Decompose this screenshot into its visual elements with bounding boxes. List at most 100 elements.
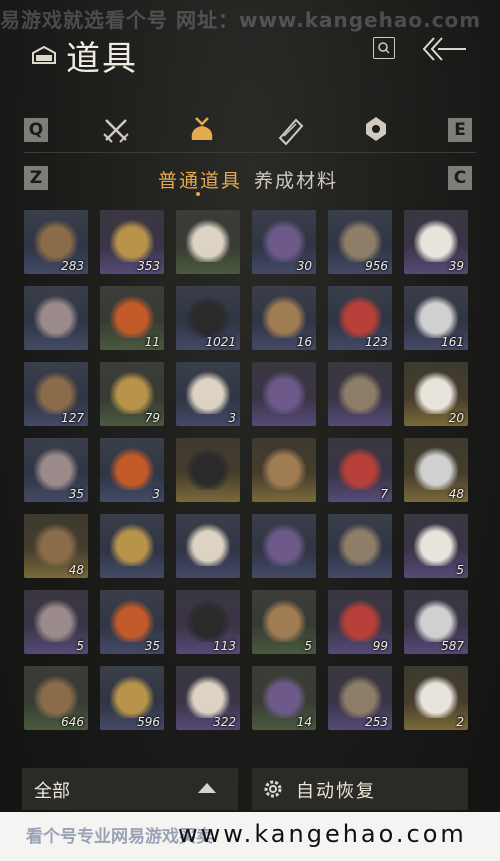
item-count: 646 <box>61 715 84 729</box>
item-image <box>186 674 230 718</box>
item-slot[interactable]: 35 <box>100 590 164 654</box>
item-slot[interactable]: 5 <box>24 590 88 654</box>
item-slot[interactable]: 161 <box>404 286 468 350</box>
item-slot[interactable]: 113 <box>176 590 240 654</box>
back-arrow-icon <box>422 37 466 61</box>
item-image <box>338 446 382 490</box>
item-slot[interactable]: 1021 <box>176 286 240 350</box>
item-image <box>110 674 154 718</box>
item-slot[interactable]: 322 <box>176 666 240 730</box>
next-subtab-key[interactable]: C <box>448 166 472 190</box>
item-count: 14 <box>296 715 312 729</box>
item-count: 3 <box>228 411 236 425</box>
item-image <box>414 446 458 490</box>
item-slot[interactable]: 7 <box>328 438 392 502</box>
item-image <box>186 598 230 642</box>
item-slot[interactable]: 127 <box>24 362 88 426</box>
tab-upgrade-materials[interactable]: 养成材料 <box>254 166 338 193</box>
category-divider <box>24 152 476 153</box>
ornament-icon[interactable] <box>360 114 392 146</box>
prev-category-key[interactable]: Q <box>24 118 48 142</box>
search-button[interactable] <box>373 37 395 59</box>
item-slot[interactable] <box>100 514 164 578</box>
item-slot[interactable]: 5 <box>252 590 316 654</box>
item-count: 161 <box>441 335 464 349</box>
item-count: 39 <box>448 259 464 273</box>
item-image <box>262 522 306 566</box>
item-count: 956 <box>365 259 388 273</box>
next-category-key[interactable]: E <box>448 118 472 142</box>
item-slot[interactable]: 956 <box>328 210 392 274</box>
crossed-swords-icon[interactable] <box>100 114 132 146</box>
item-slot[interactable]: 596 <box>100 666 164 730</box>
item-slot[interactable]: 5 <box>404 514 468 578</box>
item-slot[interactable]: 30 <box>252 210 316 274</box>
item-slot[interactable]: 353 <box>100 210 164 274</box>
item-count: 7 <box>380 487 388 501</box>
item-image <box>262 218 306 262</box>
item-image <box>34 370 78 414</box>
auto-restore-button[interactable]: 自动恢复 <box>252 768 468 810</box>
tab-common-items[interactable]: 普通道具 <box>158 166 242 193</box>
item-image <box>186 446 230 490</box>
item-slot[interactable]: 123 <box>328 286 392 350</box>
item-image <box>414 218 458 262</box>
item-image <box>34 446 78 490</box>
item-slot[interactable]: 253 <box>328 666 392 730</box>
item-slot[interactable]: 3 <box>100 438 164 502</box>
item-image <box>414 674 458 718</box>
item-slot[interactable] <box>252 438 316 502</box>
item-slot[interactable]: 587 <box>404 590 468 654</box>
item-count: 5 <box>304 639 312 653</box>
item-slot[interactable]: 3 <box>176 362 240 426</box>
item-image <box>262 674 306 718</box>
item-slot[interactable]: 79 <box>100 362 164 426</box>
item-image <box>338 218 382 262</box>
item-image <box>34 522 78 566</box>
item-slot[interactable] <box>176 438 240 502</box>
item-slot[interactable]: 48 <box>404 438 468 502</box>
subtab-bar: Z 普通道具 养成材料 C <box>0 160 500 200</box>
item-image <box>186 294 230 338</box>
item-slot[interactable]: 11 <box>100 286 164 350</box>
item-slot[interactable] <box>328 514 392 578</box>
item-image <box>338 294 382 338</box>
prev-subtab-key[interactable]: Z <box>24 166 48 190</box>
item-slot[interactable] <box>252 362 316 426</box>
item-count: 123 <box>365 335 388 349</box>
item-image <box>414 294 458 338</box>
item-slot[interactable] <box>24 286 88 350</box>
item-count: 2 <box>456 715 464 729</box>
item-slot[interactable]: 99 <box>328 590 392 654</box>
auto-restore-label: 自动恢复 <box>296 781 376 802</box>
item-image <box>186 522 230 566</box>
item-slot[interactable] <box>252 514 316 578</box>
item-slot[interactable]: 39 <box>404 210 468 274</box>
item-count: 79 <box>144 411 160 425</box>
item-slot[interactable]: 48 <box>24 514 88 578</box>
item-image <box>186 218 230 262</box>
scroll-icon[interactable] <box>274 114 306 146</box>
item-slot[interactable]: 646 <box>24 666 88 730</box>
item-slot[interactable]: 2 <box>404 666 468 730</box>
item-image <box>262 598 306 642</box>
item-image <box>338 598 382 642</box>
item-slot[interactable]: 20 <box>404 362 468 426</box>
item-slot[interactable] <box>176 514 240 578</box>
item-image <box>110 370 154 414</box>
item-image <box>262 370 306 414</box>
item-slot[interactable]: 14 <box>252 666 316 730</box>
filter-label: 全部 <box>34 781 70 802</box>
money-bag-icon[interactable] <box>186 114 218 146</box>
item-image <box>338 674 382 718</box>
item-slot[interactable]: 283 <box>24 210 88 274</box>
item-slot[interactable] <box>328 362 392 426</box>
item-slot[interactable]: 16 <box>252 286 316 350</box>
back-button[interactable] <box>420 34 468 64</box>
item-count: 99 <box>372 639 388 653</box>
item-image <box>414 370 458 414</box>
item-image <box>414 598 458 642</box>
filter-dropdown[interactable]: 全部 <box>22 768 238 810</box>
item-slot[interactable]: 35 <box>24 438 88 502</box>
item-slot[interactable] <box>176 210 240 274</box>
